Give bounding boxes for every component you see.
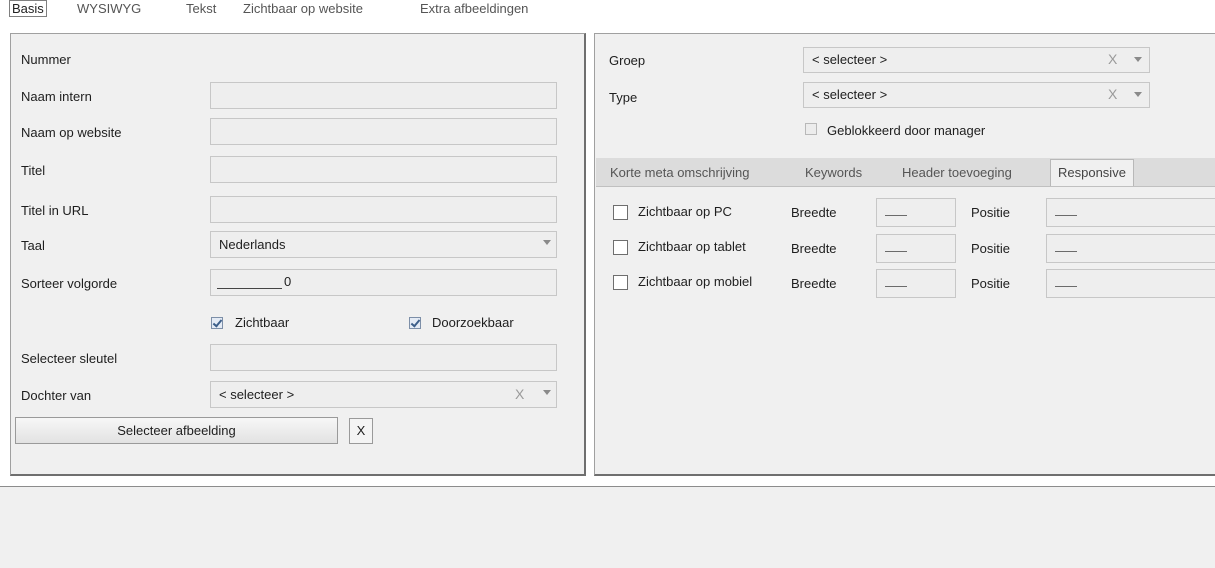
tab-zichtbaar-op-website[interactable]: Zichtbaar op website — [243, 1, 363, 16]
clear-icon[interactable]: X — [515, 386, 524, 402]
chevron-down-icon[interactable] — [1134, 57, 1142, 62]
doorzoekbaar-label: Doorzoekbaar — [432, 315, 514, 330]
titel-in-url-field[interactable] — [210, 196, 557, 223]
zichtbaar-op-tablet-label: Zichtbaar op tablet — [638, 239, 746, 254]
label-dochter-van: Dochter van — [21, 388, 92, 403]
positie-tablet-field[interactable] — [1046, 234, 1215, 263]
selecteer-sleutel-field[interactable] — [210, 344, 557, 371]
positie-label: Positie — [971, 205, 1011, 220]
zichtbaar-op-mobiel-checkbox[interactable] — [613, 275, 628, 290]
underscore — [1055, 286, 1077, 287]
label-selecteer-sleutel: Selecteer sleutel — [21, 351, 118, 366]
meta-tab-bar: Korte meta omschrijving Keywords Header … — [596, 158, 1215, 187]
naam-intern-field[interactable] — [210, 82, 557, 109]
label-naam-intern: Naam intern — [21, 89, 92, 104]
zichtbaar-op-mobiel-label: Zichtbaar op mobiel — [638, 274, 753, 289]
clear-image-button[interactable]: X — [349, 418, 373, 444]
label-type: Type — [609, 90, 638, 105]
sorteer-volgorde-field[interactable]: 0 — [210, 269, 557, 296]
underscore — [1055, 251, 1077, 252]
zichtbaar-op-tablet-checkbox[interactable] — [613, 240, 628, 255]
tab-extra-afbeeldingen[interactable]: Extra afbeeldingen — [420, 1, 528, 16]
underscore — [1055, 215, 1077, 216]
value-underline — [217, 288, 282, 289]
tab-responsive[interactable]: Responsive — [1050, 159, 1134, 186]
geblokkeerd-checkbox[interactable] — [805, 123, 817, 135]
tab-basis[interactable]: Basis — [9, 0, 47, 17]
underscore — [885, 286, 907, 287]
zichtbaar-checkbox[interactable] — [211, 317, 223, 329]
taal-dropdown[interactable]: Nederlands — [210, 231, 557, 258]
titel-field[interactable] — [210, 156, 557, 183]
underscore — [885, 215, 907, 216]
label-nummer: Nummer — [21, 52, 71, 67]
tab-wysiwyg[interactable]: WYSIWYG — [77, 1, 141, 16]
tab-keywords[interactable]: Keywords — [805, 165, 862, 180]
breedte-pc-field[interactable] — [876, 198, 956, 227]
chevron-down-icon[interactable] — [543, 390, 551, 395]
naam-op-website-field[interactable] — [210, 118, 557, 145]
basis-form-panel: Nummer Naam intern Naam op website Titel… — [10, 33, 586, 476]
zichtbaar-op-pc-checkbox[interactable] — [613, 205, 628, 220]
breedte-tablet-field[interactable] — [876, 234, 956, 263]
tab-korte-meta-omschrijving[interactable]: Korte meta omschrijving — [610, 165, 749, 180]
positie-pc-field[interactable] — [1046, 198, 1215, 227]
chevron-down-icon[interactable] — [1134, 92, 1142, 97]
selecteer-afbeelding-button[interactable]: Selecteer afbeelding — [15, 417, 338, 444]
positie-mobiel-field[interactable] — [1046, 269, 1215, 298]
underscore — [885, 251, 907, 252]
tab-header-toevoeging[interactable]: Header toevoeging — [902, 165, 1012, 180]
label-titel: Titel — [21, 163, 46, 178]
zichtbaar-label: Zichtbaar — [235, 315, 290, 330]
top-tab-bar: Basis WYSIWYG Tekst Zichtbaar op website… — [0, 0, 1215, 28]
geblokkeerd-label: Geblokkeerd door manager — [827, 123, 986, 138]
type-dropdown[interactable]: < selecteer > X — [803, 82, 1150, 108]
breedte-label: Breedte — [791, 276, 837, 291]
chevron-down-icon[interactable] — [543, 240, 551, 245]
positie-label: Positie — [971, 241, 1011, 256]
tab-tekst[interactable]: Tekst — [186, 1, 216, 16]
label-taal: Taal — [21, 238, 45, 253]
clear-icon[interactable]: X — [1108, 51, 1117, 67]
properties-panel: Groep < selecteer > X Type < selecteer >… — [594, 33, 1215, 476]
breedte-mobiel-field[interactable] — [876, 269, 956, 298]
clear-icon[interactable]: X — [1108, 86, 1117, 102]
zichtbaar-op-pc-label: Zichtbaar op PC — [638, 204, 732, 219]
label-titel-in-url: Titel in URL — [21, 203, 89, 218]
label-groep: Groep — [609, 53, 646, 68]
positie-label: Positie — [971, 276, 1011, 291]
responsive-settings: Zichtbaar op PC Breedte Positie Zichtbaa… — [595, 192, 1215, 302]
dochter-van-dropdown[interactable]: < selecteer > X — [210, 381, 557, 408]
breedte-label: Breedte — [791, 205, 837, 220]
breedte-label: Breedte — [791, 241, 837, 256]
groep-dropdown[interactable]: < selecteer > X — [803, 47, 1150, 73]
label-sorteer-volgorde: Sorteer volgorde — [21, 276, 118, 291]
bottom-panel — [0, 486, 1215, 568]
doorzoekbaar-checkbox[interactable] — [409, 317, 421, 329]
label-naam-op-website: Naam op website — [21, 125, 122, 140]
